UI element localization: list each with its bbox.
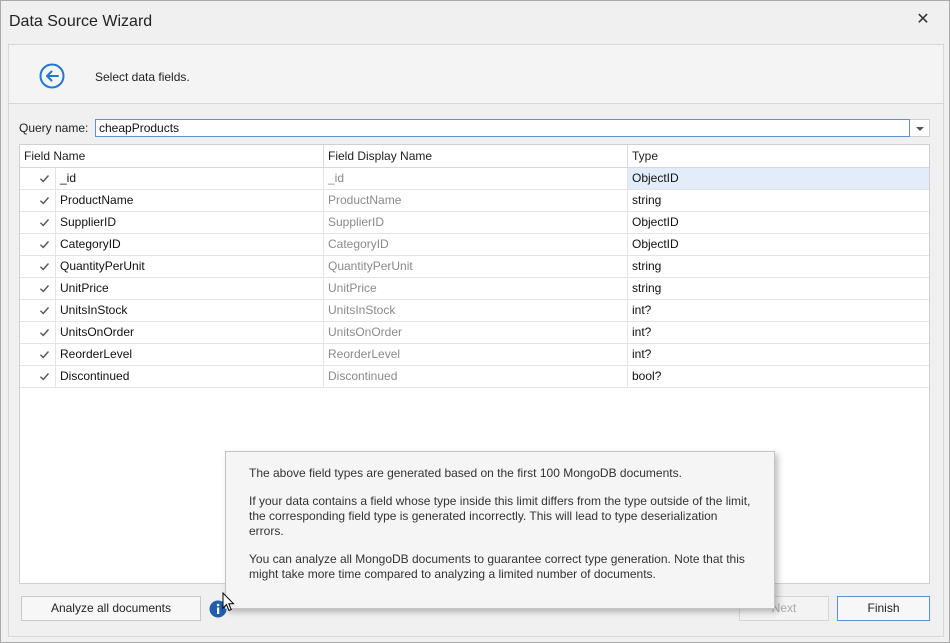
cell-field-name[interactable]: UnitsInStock xyxy=(55,300,324,321)
cell-field-display-name[interactable]: ProductName xyxy=(324,190,628,211)
cell-field-display-name[interactable]: UnitPrice xyxy=(324,278,628,299)
query-name-label: Query name: xyxy=(19,121,89,135)
cell-field-display-name[interactable]: QuantityPerUnit xyxy=(324,256,628,277)
tooltip-paragraph: The above field types are generated base… xyxy=(249,466,682,480)
cell-field-name[interactable]: CategoryID xyxy=(55,234,324,255)
field-checkbox[interactable] xyxy=(38,370,51,383)
column-header-field-display-name[interactable]: Field Display Name xyxy=(324,145,628,167)
cell-field-name[interactable]: UnitPrice xyxy=(55,278,324,299)
close-icon[interactable]: ✕ xyxy=(915,11,931,29)
cell-type[interactable]: string xyxy=(628,278,929,299)
cell-field-name[interactable]: QuantityPerUnit xyxy=(55,256,324,277)
column-header-type[interactable]: Type xyxy=(628,145,929,167)
title-bar: Data Source Wizard ✕ xyxy=(1,1,949,43)
field-checkbox[interactable] xyxy=(38,326,51,339)
field-checkbox[interactable] xyxy=(38,172,51,185)
cell-field-name[interactable]: UnitsOnOrder xyxy=(55,322,324,343)
table-row[interactable]: SupplierID SupplierID ObjectID xyxy=(20,212,929,234)
wizard-header: Select data fields. xyxy=(8,44,944,104)
cell-type[interactable]: ObjectID xyxy=(628,168,929,189)
table-row[interactable]: CategoryID CategoryID ObjectID xyxy=(20,234,929,256)
cell-type[interactable]: int? xyxy=(628,322,929,343)
cell-field-display-name[interactable]: UnitsOnOrder xyxy=(324,322,628,343)
back-arrow-circle-icon[interactable] xyxy=(39,63,65,89)
cell-field-display-name[interactable]: CategoryID xyxy=(324,234,628,255)
chevron-down-icon[interactable] xyxy=(910,119,930,137)
cell-field-name[interactable]: _id xyxy=(55,168,324,189)
cell-field-name[interactable]: SupplierID xyxy=(55,212,324,233)
field-checkbox[interactable] xyxy=(38,194,51,207)
finish-button[interactable]: Finish xyxy=(837,596,930,621)
table-row[interactable]: _id _id ObjectID xyxy=(20,168,929,190)
field-checkbox[interactable] xyxy=(38,348,51,361)
analyze-all-documents-button[interactable]: Analyze all documents xyxy=(21,596,201,621)
mouse-cursor-icon xyxy=(222,592,235,612)
cell-type[interactable]: int? xyxy=(628,344,929,365)
tooltip-paragraph: You can analyze all MongoDB documents to… xyxy=(249,552,745,581)
cell-field-display-name[interactable]: ReorderLevel xyxy=(324,344,628,365)
cell-field-name[interactable]: Discontinued xyxy=(55,366,324,387)
cell-field-display-name[interactable]: UnitsInStock xyxy=(324,300,628,321)
cell-type[interactable]: int? xyxy=(628,300,929,321)
cell-field-name[interactable]: ProductName xyxy=(55,190,324,211)
cell-type[interactable]: string xyxy=(628,190,929,211)
cell-field-display-name[interactable]: Discontinued xyxy=(324,366,628,387)
cell-type[interactable]: ObjectID xyxy=(628,234,929,255)
grid-header: Field Name Field Display Name Type xyxy=(20,145,929,168)
table-row[interactable]: Discontinued Discontinued bool? xyxy=(20,366,929,388)
field-checkbox[interactable] xyxy=(38,282,51,295)
cell-field-display-name[interactable]: _id xyxy=(324,168,628,189)
field-checkbox[interactable] xyxy=(38,238,51,251)
info-tooltip: The above field types are generated base… xyxy=(225,451,775,609)
window-title: Data Source Wizard xyxy=(9,13,153,30)
cell-type[interactable]: ObjectID xyxy=(628,212,929,233)
field-checkbox[interactable] xyxy=(38,304,51,317)
table-row[interactable]: QuantityPerUnit QuantityPerUnit string xyxy=(20,256,929,278)
cell-field-display-name[interactable]: SupplierID xyxy=(324,212,628,233)
table-row[interactable]: UnitsOnOrder UnitsOnOrder int? xyxy=(20,322,929,344)
cell-type[interactable]: string xyxy=(628,256,929,277)
table-row[interactable]: UnitsInStock UnitsInStock int? xyxy=(20,300,929,322)
page-subtitle: Select data fields. xyxy=(95,70,190,84)
table-row[interactable]: ReorderLevel ReorderLevel int? xyxy=(20,344,929,366)
query-name-input[interactable]: cheapProducts xyxy=(95,119,910,137)
field-checkbox[interactable] xyxy=(38,260,51,273)
tooltip-paragraph: If your data contains a field whose type… xyxy=(249,494,751,538)
cell-type[interactable]: bool? xyxy=(628,366,929,387)
column-header-field-name[interactable]: Field Name xyxy=(20,145,324,167)
field-checkbox[interactable] xyxy=(38,216,51,229)
table-row[interactable]: ProductName ProductName string xyxy=(20,190,929,212)
cell-field-name[interactable]: ReorderLevel xyxy=(55,344,324,365)
table-row[interactable]: UnitPrice UnitPrice string xyxy=(20,278,929,300)
